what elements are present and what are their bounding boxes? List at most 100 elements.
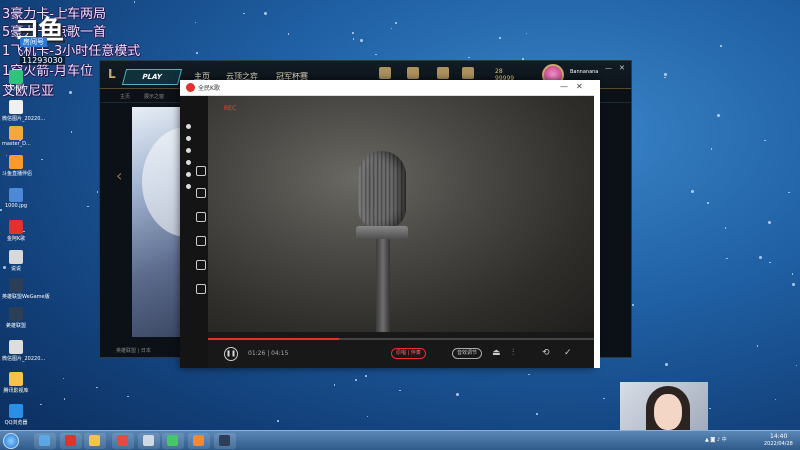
taskbar-app[interactable]: [188, 433, 210, 449]
room-id: 11293030: [20, 56, 65, 65]
microphone-image: [358, 151, 406, 229]
karaoke-player-window: 全民K歌 — ✕ REC ❚❚ 01:26 | 04:15 原唱 | 伴奏 音效…: [180, 80, 600, 368]
eject-icon[interactable]: ⏏: [492, 348, 501, 358]
taskbar-app[interactable]: [214, 433, 236, 449]
gift-icon[interactable]: [196, 212, 206, 222]
desktop-icon-label: QQ音乐: [7, 86, 25, 92]
subnav-home[interactable]: 主页: [120, 93, 130, 100]
app-icon: [219, 435, 230, 446]
play-button[interactable]: PLAY: [121, 69, 183, 85]
desktop-icon[interactable]: QQ浏览器: [2, 404, 30, 426]
desktop-icon[interactable]: 说说: [2, 250, 30, 272]
share-icon[interactable]: [196, 284, 206, 294]
desktop-icon[interactable]: 腾讯影视库: [2, 372, 30, 394]
desktop-icon-label: 微信图片_20220...: [2, 116, 46, 122]
desktop-icon[interactable]: 1000.jpg: [2, 188, 30, 209]
vocal-toggle-button[interactable]: 原唱 | 伴奏: [391, 348, 426, 359]
app-icon: [167, 435, 178, 446]
desktop-icon[interactable]: 金阿K歌: [2, 220, 30, 242]
like-icon[interactable]: [196, 166, 206, 176]
app-icon: [9, 307, 23, 321]
store-icon[interactable]: [379, 67, 391, 79]
desktop-icon[interactable]: QQ音乐: [2, 70, 30, 92]
player-title-bar: 全民K歌 — ✕: [180, 80, 594, 96]
rec-indicator: REC: [224, 105, 237, 112]
taskbar-app[interactable]: [60, 433, 82, 449]
app-icon: [89, 435, 100, 446]
app-icon: [9, 340, 23, 354]
app-icon: [9, 220, 23, 234]
start-button[interactable]: [3, 433, 19, 449]
desktop-icon[interactable]: 英雄联盟WeGame版: [2, 278, 50, 300]
playback-time: 01:26 | 04:15: [248, 350, 289, 357]
kge-logo-icon: [186, 83, 195, 92]
desktop-icon[interactable]: 斗鱼直播伴侣: [2, 155, 33, 177]
game-footer: 英雄联盟 | 日本: [116, 348, 151, 354]
app-icon: [193, 435, 204, 446]
app-icon: [9, 155, 23, 169]
desktop-icon-label: 1000.jpg: [4, 203, 28, 209]
desktop-icon[interactable]: master_D...: [2, 126, 31, 147]
app-icon: [9, 70, 23, 84]
app-icon: [9, 404, 23, 418]
close-button[interactable]: ✕: [619, 64, 625, 72]
chevron-left-icon[interactable]: ‹: [116, 166, 122, 185]
taskbar-app[interactable]: [138, 433, 160, 449]
collection-icon[interactable]: [437, 67, 449, 79]
douyu-logo: ヨ鱼 房间号 11293030: [14, 12, 66, 65]
app-icon: [9, 188, 23, 202]
app-icon: [9, 278, 23, 292]
username: Bannanana: [570, 69, 599, 75]
system-tray[interactable]: ▲ ◙ ♪ 中: [705, 436, 727, 443]
desktop-icon-label: QQ浏览器: [4, 420, 28, 426]
subnav-showcase[interactable]: 展示之窗: [144, 93, 164, 100]
desktop-icon-label: 微信图片_20220...: [2, 356, 46, 362]
desktop-icon[interactable]: 微信图片_20220...: [2, 100, 46, 122]
video-frame: REC: [208, 96, 594, 332]
app-icon: [9, 100, 23, 114]
desktop-icon-label: master_D...: [2, 141, 31, 147]
profile-icon[interactable]: [462, 67, 474, 79]
close-button[interactable]: ✕: [576, 82, 583, 91]
desktop-icon[interactable]: 微信图片_20220...: [2, 340, 46, 362]
taskbar-app[interactable]: [112, 433, 134, 449]
edit-icon[interactable]: [196, 260, 206, 270]
player-sidebar: [180, 96, 208, 368]
app-icon: [117, 435, 128, 446]
desktop-icon-label: 英雄联盟WeGame版: [2, 294, 50, 300]
app-icon: [39, 435, 50, 446]
logo-badge: 房间号: [20, 37, 47, 47]
progress-fill: [208, 338, 340, 340]
player-title: 全民K歌: [198, 85, 220, 92]
desktop-icon-label: 斗鱼直播伴侣: [2, 171, 33, 177]
minimize-button[interactable]: —: [560, 82, 568, 91]
loop-icon[interactable]: ⟲: [542, 348, 550, 358]
app-icon: [65, 435, 76, 446]
clock-time[interactable]: 14:40: [770, 433, 787, 440]
taskbar-app[interactable]: [34, 433, 56, 449]
finish-icon[interactable]: ✓: [564, 348, 572, 358]
equalizer-icon[interactable]: ⫶: [512, 348, 514, 358]
desktop-icon-label: 英雄联盟: [5, 323, 26, 329]
app-icon: [9, 250, 23, 264]
taskbar: ▲ ◙ ♪ 中 14:40 2022/04/28: [0, 430, 800, 450]
clock-date[interactable]: 2022/04/28: [764, 441, 793, 447]
pause-button[interactable]: ❚❚: [224, 347, 238, 361]
comment-icon[interactable]: [196, 188, 206, 198]
app-icon: [9, 126, 23, 140]
loot-icon[interactable]: [407, 67, 419, 79]
progress-bar[interactable]: [208, 338, 594, 340]
desktop-icon[interactable]: 英雄联盟: [2, 307, 30, 329]
minimize-button[interactable]: —: [605, 64, 612, 72]
taskbar-app[interactable]: [162, 433, 184, 449]
scrollbar[interactable]: [594, 80, 600, 368]
desktop-icon-label: 金阿K歌: [6, 236, 26, 242]
app-icon: [143, 435, 154, 446]
desktop-icon-label: 腾讯影视库: [3, 388, 29, 394]
taskbar-app[interactable]: [84, 433, 106, 449]
app-icon: [9, 372, 23, 386]
rp-count: 28: [495, 68, 503, 75]
screen-icon[interactable]: [196, 236, 206, 246]
playback-bar: ❚❚ 01:26 | 04:15 原唱 | 伴奏 音效调节 ⏏ ⫶ ⟲ ✓: [208, 332, 594, 368]
sound-effect-button[interactable]: 音效调节: [452, 348, 483, 359]
